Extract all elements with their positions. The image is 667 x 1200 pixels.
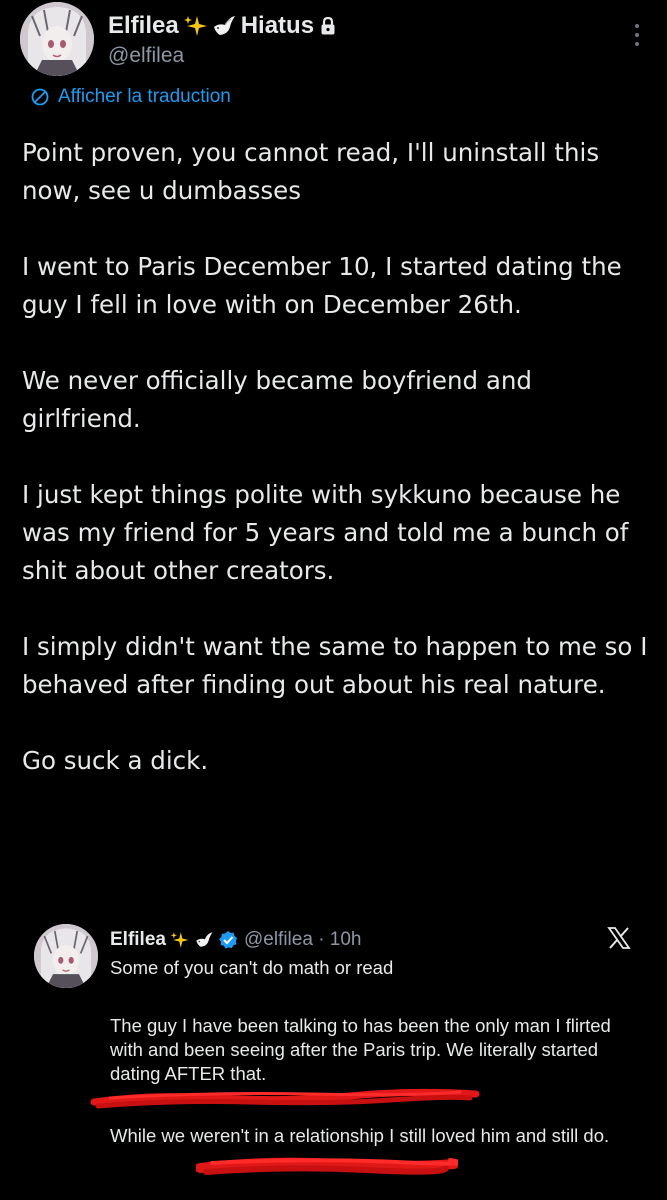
quoted-line: While we weren't in a relationship I sti…: [110, 1125, 610, 1146]
translate-link[interactable]: Afficher la traduction: [30, 86, 231, 108]
lock-icon: [320, 16, 336, 36]
tweet-paragraph: We never officially became boyfriend and…: [22, 366, 532, 433]
x-logo-icon[interactable]: [607, 926, 631, 950]
tweet-paragraph: Point proven, you cannot read, I'll unin…: [22, 138, 600, 205]
quoted-display-name[interactable]: Elfilea: [110, 929, 166, 951]
author-name-row: Elfilea Hiatus: [108, 10, 336, 42]
more-options-icon[interactable]: [633, 22, 641, 48]
red-scribble-annotation: [196, 1157, 458, 1175]
author-display-name[interactable]: Elfilea: [108, 12, 179, 40]
author-handle[interactable]: @elfilea: [108, 44, 184, 68]
sparkles-emoji-icon: [170, 930, 190, 950]
avatar[interactable]: [20, 2, 94, 76]
tweet-paragraph: I went to Paris December 10, I started d…: [22, 252, 622, 319]
author-status: Hiatus: [240, 12, 315, 39]
dove-emoji-icon: [194, 930, 214, 950]
quoted-header: Elfilea @elfilea · 10h: [110, 926, 362, 954]
tweet-paragraph: Go suck a dick.: [22, 746, 209, 775]
quoted-handle-time[interactable]: @elfilea · 10h: [244, 929, 362, 951]
translate-icon: [31, 88, 49, 106]
red-scribble-annotation: [90, 1088, 480, 1109]
dove-emoji-icon: [211, 13, 237, 39]
verified-badge-icon: [218, 930, 238, 950]
tweet-text: Point proven, you cannot read, I'll unin…: [22, 134, 652, 818]
sparkles-emoji-icon: [183, 13, 209, 39]
quoted-line: The guy I have been talking to has been …: [110, 1015, 611, 1084]
translate-label: Afficher la traduction: [58, 86, 231, 107]
quoted-line: Some of you can't do math or read: [110, 957, 394, 978]
tweet-paragraph: I simply didn't want the same to happen …: [22, 632, 648, 699]
tweet-paragraph: I just kept things polite with sykkuno b…: [22, 480, 629, 585]
quoted-avatar[interactable]: [34, 924, 98, 988]
